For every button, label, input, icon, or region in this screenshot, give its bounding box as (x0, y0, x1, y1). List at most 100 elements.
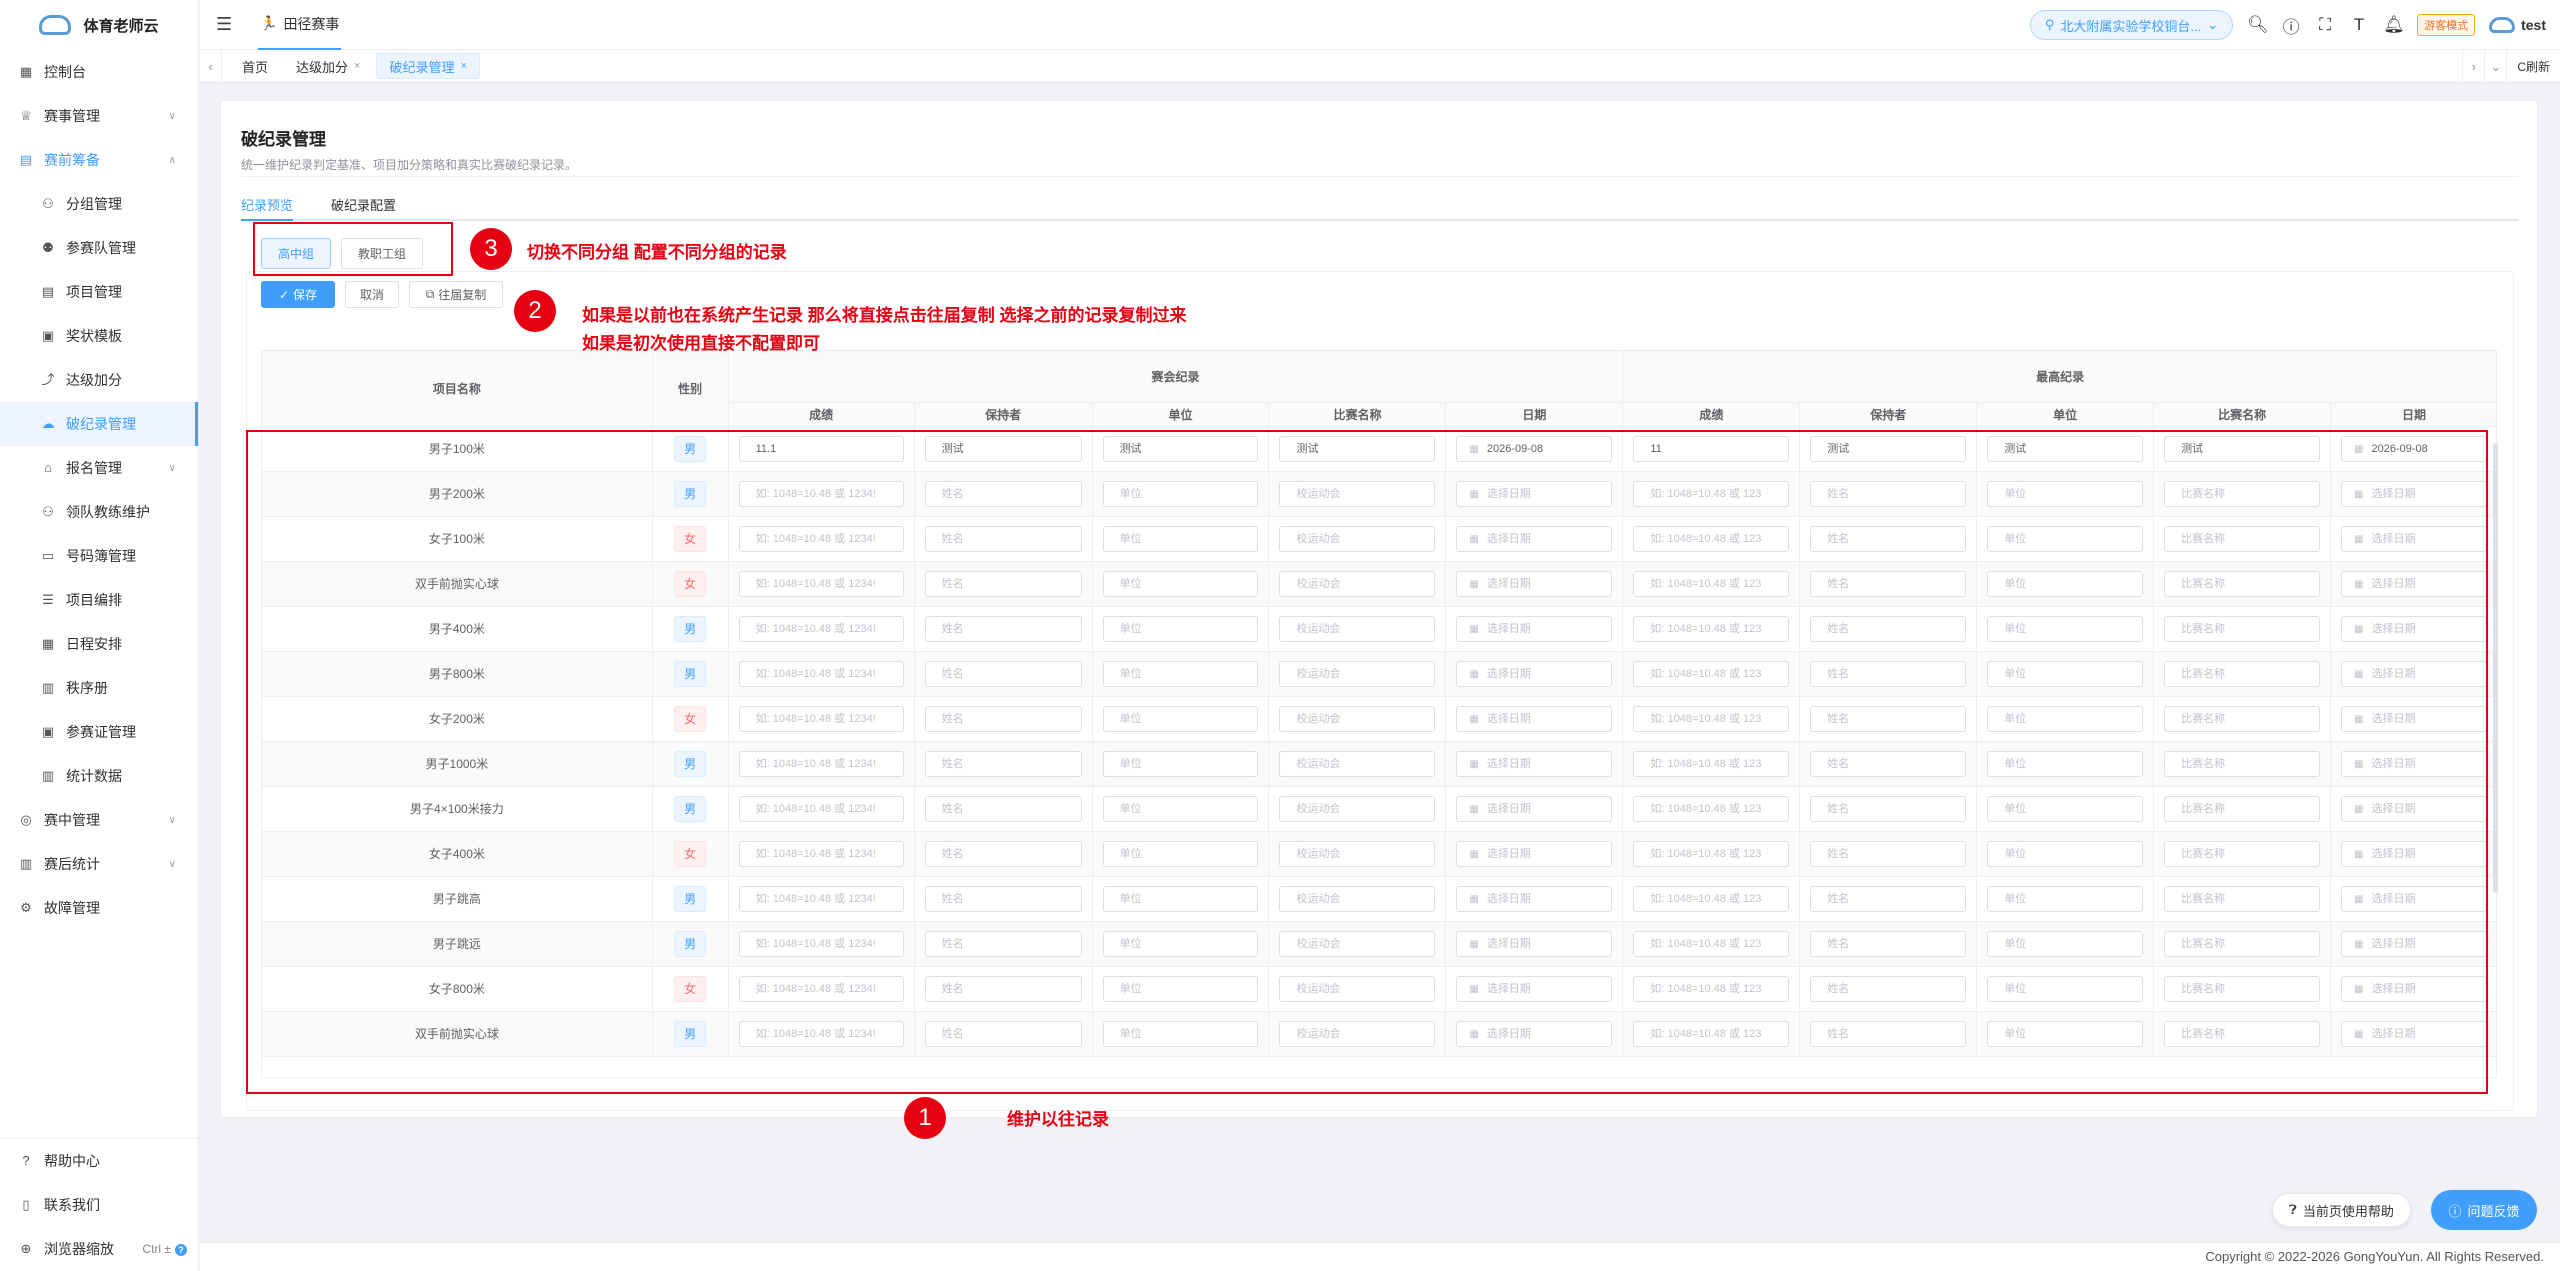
app-logo[interactable]: 体育老师云 (0, 0, 198, 50)
sidebar-item-label: 控制台 (44, 64, 86, 80)
col-group-meet-record: 赛会纪录 (728, 351, 1624, 403)
tag-1[interactable]: 达级加分 × (284, 53, 372, 79)
sidebar-item-label: 统计数据 (66, 768, 122, 784)
book-icon: ▥ (41, 680, 55, 695)
tags-list: 首页 达级加分 × 破纪录管理 × (230, 53, 480, 79)
close-icon[interactable]: × (460, 60, 466, 72)
sidebar-item-14[interactable]: ▥ 秩序册 (0, 666, 198, 710)
tag-0[interactable]: 首页 (230, 53, 280, 79)
group-icon: ⚇ (42, 196, 54, 211)
annotation-marker-2: 2 (514, 290, 556, 332)
copy-label: 往届复制 (438, 288, 487, 302)
tag-label: 破纪录管理 (389, 59, 455, 75)
sidebar-item-16[interactable]: ▥ 统计数据 (0, 754, 198, 798)
tag-2[interactable]: 破纪录管理 × (376, 53, 480, 79)
team-icon: ⚉ (42, 240, 54, 255)
sidebar-item-label: 故障管理 (44, 900, 100, 916)
sidebar-item-label: 参赛证管理 (66, 724, 136, 740)
tag-label: 首页 (242, 59, 269, 75)
annotation-text-2a: 如果是以前也在系统产生记录 那么将直接点击往届复制 选择之前的记录复制过来 (582, 306, 1187, 325)
tags-scroll-left-icon[interactable]: ‹ (200, 49, 222, 83)
sidebar-item-6[interactable]: ▣ 奖状模板 (0, 314, 198, 358)
sidebar-item-15[interactable]: ▣ 参赛证管理 (0, 710, 198, 754)
sidebar-item-1[interactable]: ♕ 赛事管理 ∨ (0, 94, 198, 138)
guest-mode-badge: 游客模式 (2417, 14, 2476, 36)
feedback-button[interactable]: ⓘ 问题反馈 (2431, 1190, 2537, 1230)
page-tabs: 纪录预览 破纪录配置 (241, 189, 2519, 221)
sidebar-item-3[interactable]: ⚇ 分组管理 (0, 182, 198, 226)
arrange-icon: ☰ (42, 592, 54, 607)
sidebar-item-7[interactable]: ⤴ 达级加分 (0, 358, 198, 402)
col-header-meet-0: 成绩 (728, 402, 915, 427)
bell-icon[interactable]: 🔔︎ (2383, 15, 2405, 35)
save-label: 保存 (293, 288, 318, 302)
col-group-best-record: 最高纪录 (1622, 351, 2496, 403)
tags-dropdown-icon[interactable]: ⌄ (2484, 50, 2506, 83)
table-scrollbar[interactable] (2493, 443, 2498, 893)
page-title: 破纪录管理 (241, 130, 326, 149)
location-icon: ⚲ (2044, 17, 2055, 32)
clipboard-icon: ▤ (19, 152, 33, 167)
sidebar-bottom-label: 联系我们 (44, 1197, 100, 1213)
sidebar-item-0[interactable]: ▦ 控制台 (0, 50, 198, 94)
search-icon[interactable]: 🔍︎ (2247, 15, 2269, 35)
runner-icon: 🏃 (260, 15, 278, 31)
sidebar-bottom-item-0[interactable]: ? 帮助中心 (0, 1139, 199, 1183)
sidebar-item-label: 日程安排 (66, 636, 122, 652)
sidebar-item-9[interactable]: ⌂ 报名管理 ∨ (0, 446, 198, 490)
help-icon: ? (22, 1153, 30, 1168)
gear-icon: ⚙ (20, 900, 32, 915)
sidebar-item-4[interactable]: ⚉ 参赛队管理 (0, 226, 198, 270)
top-module-tab[interactable]: 🏃 田径赛事 (258, 0, 342, 50)
trophy-icon: ♕ (20, 108, 32, 123)
sidebar-item-2[interactable]: ▤ 赛前筹备 ∧ (0, 138, 198, 182)
tab-record-preview[interactable]: 纪录预览 (241, 189, 294, 221)
sidebar-item-11[interactable]: ▭ 号码簿管理 (0, 534, 198, 578)
col-header-event-name: 项目名称 (262, 351, 653, 427)
sidebar-bottom-label: 浏览器缩放 (44, 1241, 114, 1257)
school-selector[interactable]: ⚲ 北大附属实验学校铜台... ⌄ (2029, 10, 2234, 40)
col-header-meet-1: 保持者 (914, 402, 1093, 427)
sidebar: 体育老师云 ▦ 控制台 ♕ 赛事管理 ∨ ▤ 赛前筹备 ∧ ⚇ 分组管理 ⚉ 参… (0, 0, 199, 1271)
sidebar-bottom: ? 帮助中心 ▯ 联系我们 ⊕ 浏览器缩放 Ctrl ±? (0, 1138, 199, 1271)
sidebar-item-8[interactable]: ☁ 破纪录管理 (0, 402, 198, 446)
page-description: 统一维护纪录判定基准、项目加分策略和真实比赛破纪录记录。 (241, 158, 578, 172)
badge-icon: ▣ (41, 724, 55, 739)
font-size-icon[interactable]: T (2349, 15, 2369, 35)
menu-toggle-icon[interactable]: ☰ (216, 14, 232, 35)
sidebar-bottom-item-2[interactable]: ⊕ 浏览器缩放 Ctrl ±? (0, 1227, 199, 1271)
sidebar-item-label: 赛后统计 (44, 856, 100, 872)
chevron-down-icon: ⌄ (2207, 17, 2219, 32)
col-header-best-3: 比赛名称 (2153, 402, 2332, 427)
feedback-icon: ⓘ (2448, 1203, 2462, 1219)
action-bar: ✓ 保存 取消 ⧉ 往届复制 (261, 281, 503, 308)
tags-scroll-right-icon[interactable]: › (2462, 50, 2484, 83)
sidebar-item-19[interactable]: ⚙ 故障管理 (0, 886, 198, 930)
cancel-button[interactable]: 取消 (345, 281, 399, 308)
user-menu[interactable]: test (2489, 17, 2546, 33)
sidebar-item-17[interactable]: ◎ 赛中管理 ∨ (0, 798, 198, 842)
sidebar-item-label: 赛事管理 (44, 108, 100, 124)
tab-record-config[interactable]: 破纪录配置 (331, 189, 396, 219)
sidebar-item-12[interactable]: ☰ 项目编排 (0, 578, 198, 622)
save-button[interactable]: ✓ 保存 (261, 281, 335, 308)
page-help-button[interactable]: ❓︎ 当前页使用帮助 (2272, 1193, 2411, 1227)
annotation-text-1: 维护以往记录 (1007, 1110, 1109, 1129)
fullscreen-icon[interactable]: ⛶ (2315, 15, 2335, 35)
sidebar-item-10[interactable]: ⚇ 领队教练维护 (0, 490, 198, 534)
app-root: 体育老师云 ▦ 控制台 ♕ 赛事管理 ∨ ▤ 赛前筹备 ∧ ⚇ 分组管理 ⚉ 参… (0, 0, 2560, 1271)
help-circle-icon[interactable]: ⓘ (2281, 13, 2301, 38)
target-icon: ◎ (20, 812, 32, 827)
refresh-button[interactable]: C刷新 (2506, 50, 2560, 83)
sidebar-bottom-item-1[interactable]: ▯ 联系我们 (0, 1183, 199, 1227)
close-icon[interactable]: × (354, 60, 360, 72)
copy-previous-button[interactable]: ⧉ 往届复制 (409, 281, 503, 308)
sidebar-item-label: 破纪录管理 (66, 416, 136, 432)
col-header-best-2: 单位 (1976, 402, 2155, 427)
sidebar-item-18[interactable]: ▥ 赛后统计 ∨ (0, 842, 198, 886)
sidebar-item-13[interactable]: ▦ 日程安排 (0, 622, 198, 666)
cloud-logo-icon (39, 15, 72, 35)
tags-view-bar: ‹ 首页 达级加分 × 破纪录管理 × › ⌄ C刷新 (200, 49, 2560, 83)
question-icon: ❓︎ (2289, 1202, 2297, 1217)
sidebar-item-5[interactable]: ▤ 项目管理 (0, 270, 198, 314)
